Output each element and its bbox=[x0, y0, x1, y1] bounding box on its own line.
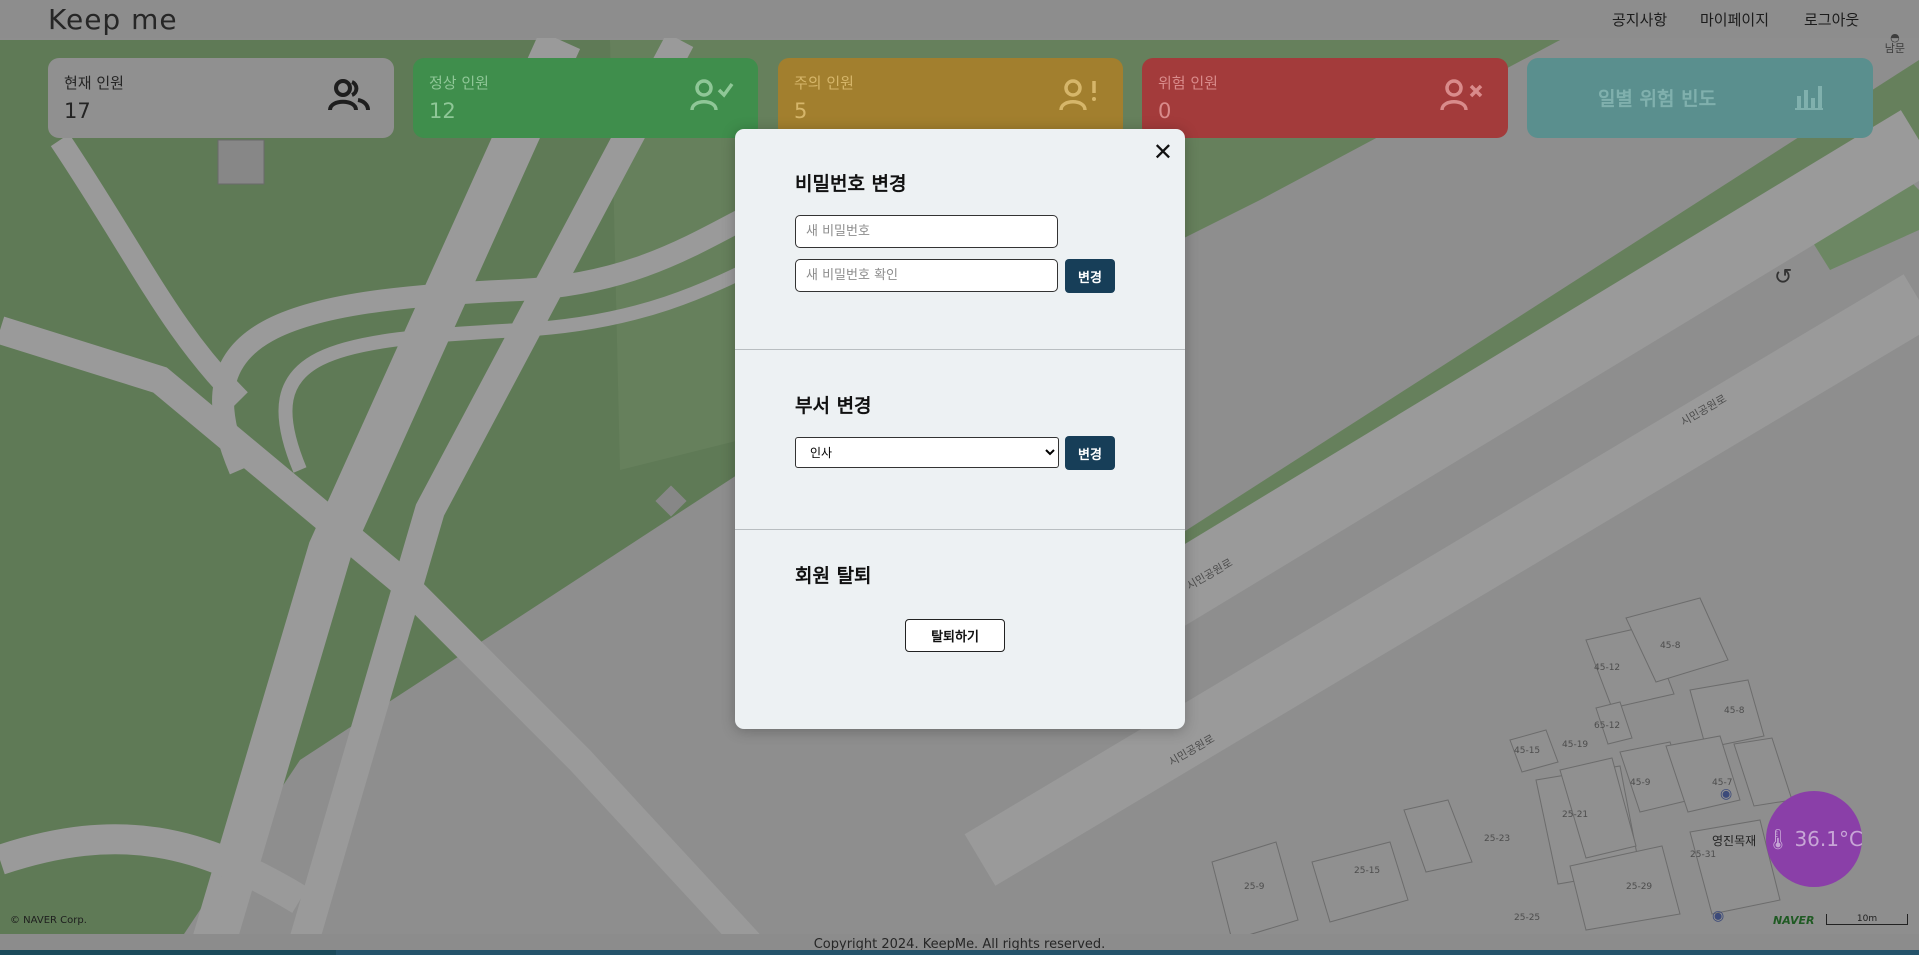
password-change-section: 비밀번호 변경 변경 bbox=[735, 129, 1185, 349]
stat-card-warning: 주의 인원 5 bbox=[778, 58, 1123, 138]
withdraw-button[interactable]: 탈퇴하기 bbox=[905, 619, 1005, 652]
department-select[interactable]: 인사 bbox=[795, 437, 1059, 468]
top-header: Keep me 공지사항 마이페이지 로그아웃 bbox=[0, 0, 1919, 38]
user-x-icon bbox=[1440, 79, 1483, 111]
building-number: 45-9 bbox=[1630, 778, 1651, 788]
user-check-icon bbox=[690, 79, 734, 111]
footer-accent-bar bbox=[0, 950, 336, 955]
naver-logo[interactable]: NAVER bbox=[1773, 914, 1814, 927]
change-department-button[interactable]: 변경 bbox=[1065, 436, 1115, 470]
department-section-title: 부서 변경 bbox=[795, 395, 872, 417]
building-number: 25-25 bbox=[1514, 913, 1541, 923]
building-number: 45-19 bbox=[1562, 740, 1589, 750]
nav-notice-link[interactable]: 공지사항 bbox=[1612, 9, 1667, 30]
place-marker-icon: ◉ bbox=[1720, 786, 1733, 802]
change-password-button[interactable]: 변경 bbox=[1065, 259, 1115, 293]
building-number: 25-15 bbox=[1354, 866, 1381, 876]
section-divider bbox=[735, 529, 1185, 530]
building-number: 45-12 bbox=[1594, 663, 1621, 673]
temperature-badge[interactable]: 🌡 36.1°C bbox=[1765, 791, 1863, 887]
section-divider bbox=[735, 349, 1185, 350]
compass-indicator: ◓ 남문 bbox=[1885, 32, 1905, 54]
building-number: 45-7 bbox=[1712, 778, 1733, 788]
map-attribution: © NAVER Corp. bbox=[10, 915, 87, 926]
password-section-title: 비밀번호 변경 bbox=[795, 173, 907, 195]
undo-icon[interactable]: ↺ bbox=[1774, 265, 1792, 290]
new-password-input[interactable] bbox=[795, 215, 1058, 248]
daily-risk-frequency-button[interactable]: 일별 위험 빈도 bbox=[1527, 58, 1873, 138]
user-alert-icon bbox=[1059, 79, 1096, 111]
building-number: 25-31 bbox=[1690, 850, 1717, 860]
withdraw-section-title: 회원 탈퇴 bbox=[795, 565, 872, 587]
building-number: 25-9 bbox=[1244, 882, 1265, 892]
building-number: 45-15 bbox=[1514, 746, 1541, 756]
compass-label: 남문 bbox=[1884, 42, 1905, 55]
temperature-value: 36.1°C bbox=[1794, 827, 1863, 851]
bar-chart-icon bbox=[1795, 86, 1823, 110]
place-label: 영진목재 bbox=[1712, 834, 1757, 848]
stat-card-total: 현재 인원 17 bbox=[48, 58, 394, 138]
nav-mypage-link[interactable]: 마이페이지 bbox=[1700, 9, 1769, 30]
place-marker-icon: ◉ bbox=[1712, 908, 1725, 924]
confirm-password-input[interactable] bbox=[795, 259, 1058, 292]
thermometer-icon: 🌡 bbox=[1765, 827, 1791, 851]
building-number: 45-8 bbox=[1724, 706, 1745, 716]
building-number: 25-29 bbox=[1626, 882, 1653, 892]
map-scale: 10m bbox=[1826, 914, 1908, 925]
brand-logo[interactable]: Keep me bbox=[48, 3, 178, 36]
daily-risk-label: 일별 위험 빈도 bbox=[1597, 88, 1717, 110]
stat-card-danger: 위험 인원 0 bbox=[1142, 58, 1508, 138]
footer-accent-bar bbox=[336, 950, 1919, 955]
building-number: 45-8 bbox=[1660, 641, 1681, 651]
people-icon bbox=[328, 79, 370, 111]
building-number: 65-12 bbox=[1594, 721, 1621, 731]
building-number: 25-21 bbox=[1562, 810, 1589, 820]
stat-card-normal: 정상 인원 12 bbox=[413, 58, 758, 138]
account-settings-modal: ✕ 비밀번호 변경 변경 부서 변경 인사 변경 회원 탈퇴 탈퇴하기 bbox=[735, 129, 1185, 729]
building-number: 25-23 bbox=[1484, 834, 1511, 844]
nav-logout-link[interactable]: 로그아웃 bbox=[1804, 9, 1859, 30]
